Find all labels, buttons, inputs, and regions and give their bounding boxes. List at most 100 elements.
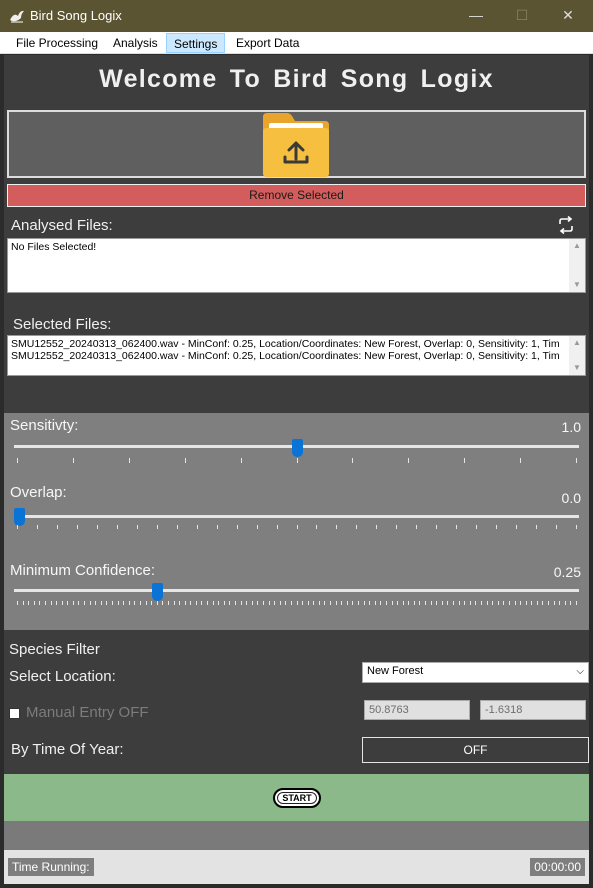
slider-tick (56, 525, 58, 529)
slider-tick (67, 601, 69, 605)
list-item[interactable]: SMU12552_20240313_062400.wav - MinConf: … (11, 338, 582, 350)
slider-tick (318, 601, 320, 605)
slider-tick (542, 601, 544, 605)
slider-tick (36, 525, 38, 529)
scroll-up-icon[interactable]: ▲ (569, 337, 585, 349)
location-select[interactable]: New Forest ⌵ (362, 662, 589, 683)
sensitivity-slider-thumb[interactable] (292, 439, 303, 457)
min-confidence-slider-thumb[interactable] (152, 583, 163, 601)
spacer-band (4, 821, 589, 850)
menu-analysis[interactable]: Analysis (106, 33, 165, 53)
time-of-year-toggle[interactable]: OFF (362, 737, 589, 763)
refresh-icon[interactable] (557, 216, 575, 234)
slider-tick (236, 525, 238, 529)
slider-tick (61, 601, 63, 605)
menu-bar: File Processing Analysis Settings Export… (0, 32, 593, 54)
slider-tick (44, 601, 46, 605)
slider-tick (56, 601, 58, 605)
slider-tick (240, 458, 242, 463)
status-bar: Time Running: 00:00:00 (4, 850, 589, 884)
slider-tick (128, 458, 130, 463)
overlap-slider-track[interactable] (14, 515, 579, 518)
slider-tick (356, 525, 358, 529)
slider-tick (84, 601, 86, 605)
scroll-down-icon[interactable]: ▼ (569, 279, 585, 291)
slider-tick (486, 601, 488, 605)
slider-tick (276, 525, 278, 529)
slider-tick (156, 601, 158, 605)
slider-tick (525, 601, 527, 605)
slider-tick (436, 525, 438, 529)
slider-tick (536, 525, 538, 529)
slider-tick (285, 601, 287, 605)
slider-tick (162, 601, 164, 605)
slider-tick (402, 601, 404, 605)
slider-tick (352, 458, 354, 463)
slider-tick (564, 601, 566, 605)
slider-tick (72, 601, 74, 605)
slider-tick (302, 601, 304, 605)
maximize-button[interactable]: ☐ (499, 0, 545, 32)
slider-tick (430, 601, 432, 605)
analysed-files-list[interactable]: No Files Selected! ▲ ▼ (7, 238, 586, 293)
slider-tick (341, 601, 343, 605)
slider-tick (396, 525, 398, 529)
slider-tick (469, 601, 471, 605)
scroll-down-icon[interactable]: ▼ (569, 362, 585, 374)
min-confidence-label: Minimum Confidence: (10, 562, 156, 579)
remove-selected-button[interactable]: Remove Selected (7, 184, 586, 207)
slider-tick (346, 601, 348, 605)
slider-tick (514, 601, 516, 605)
slider-tick (50, 601, 52, 605)
manual-entry-label: Manual Entry OFF (26, 704, 149, 721)
longitude-field[interactable]: -1.6318 (480, 700, 586, 720)
slider-tick (167, 601, 169, 605)
overlap-slider-thumb[interactable] (14, 508, 25, 526)
time-running-value: 00:00:00 (530, 858, 585, 876)
slider-tick (96, 525, 98, 529)
scrollbar[interactable]: ▲ ▼ (569, 239, 585, 292)
slider-tick (416, 525, 418, 529)
scrollbar[interactable]: ▲ ▼ (569, 336, 585, 375)
slider-tick (176, 525, 178, 529)
latitude-field[interactable]: 50.8763 (364, 700, 470, 720)
menu-export-data[interactable]: Export Data (229, 33, 306, 53)
start-button[interactable]: START (273, 788, 321, 808)
slider-tick (262, 601, 264, 605)
menu-file-processing[interactable]: File Processing (9, 33, 105, 53)
menu-settings[interactable]: Settings (166, 33, 226, 53)
slider-tick (559, 601, 561, 605)
scroll-up-icon[interactable]: ▲ (569, 240, 585, 252)
slider-tick (316, 525, 318, 529)
slider-tick (139, 601, 141, 605)
slider-tick (397, 601, 399, 605)
slider-tick (39, 601, 41, 605)
selected-files-list[interactable]: SMU12552_20240313_062400.wav - MinConf: … (7, 335, 586, 376)
list-item[interactable]: No Files Selected! (11, 241, 582, 253)
slider-tick (380, 601, 382, 605)
folder-upload-icon (263, 113, 329, 177)
close-button[interactable]: ✕ (545, 0, 591, 32)
slider-tick (72, 458, 74, 463)
slider-tick (576, 525, 577, 529)
slider-tick (76, 525, 78, 529)
slider-tick (274, 601, 276, 605)
slider-tick (296, 525, 298, 529)
slider-tick (17, 601, 18, 605)
manual-entry-checkbox[interactable] (9, 708, 20, 719)
slider-tick (212, 601, 214, 605)
slider-tick (548, 601, 550, 605)
min-confidence-slider-track[interactable] (14, 589, 579, 592)
slider-tick (173, 601, 175, 605)
slider-tick (195, 601, 197, 605)
location-select-value: New Forest (367, 665, 424, 677)
page-title: Welcome To Bird Song Logix (99, 65, 494, 93)
slider-tick (464, 601, 466, 605)
selected-files-label: Selected Files: (13, 316, 112, 333)
slider-tick (134, 601, 136, 605)
list-item[interactable]: SMU12552_20240313_062400.wav - MinConf: … (11, 350, 582, 362)
minimize-button[interactable]: — (453, 0, 499, 32)
slider-tick (376, 525, 378, 529)
slider-tick (330, 601, 332, 605)
upload-drop-area[interactable] (7, 110, 586, 178)
